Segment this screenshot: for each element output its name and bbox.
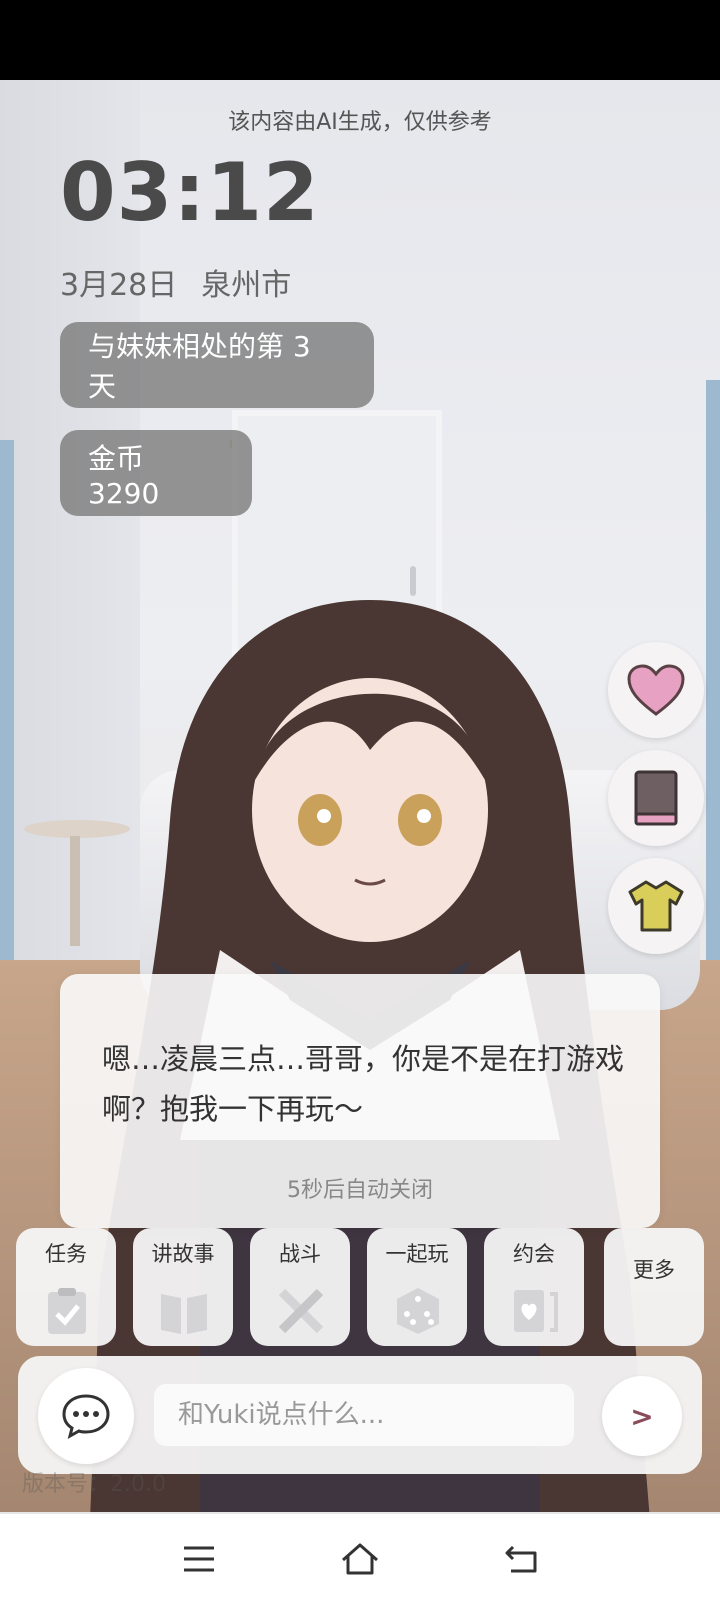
city-label: 泉州市 <box>201 268 292 303</box>
chat-history-button[interactable] <box>38 1368 134 1464</box>
crossed-swords-icon <box>278 1288 324 1334</box>
heart-icon <box>627 664 685 716</box>
action-bar: 任务 讲故事 战斗 一起玩 约会 更多 <box>16 1228 706 1346</box>
cards-icon <box>514 1290 558 1332</box>
menu-icon <box>184 1546 214 1572</box>
window-curtain-left <box>0 440 14 960</box>
back-icon <box>505 1545 537 1573</box>
chat-input-bar: > <box>18 1356 702 1474</box>
open-book-icon <box>161 1294 207 1334</box>
play-together-button[interactable]: 一起玩 <box>367 1228 467 1346</box>
task-label: 任务 <box>45 1242 87 1266</box>
book-icon <box>634 770 678 826</box>
battle-label: 战斗 <box>279 1242 321 1266</box>
speech-dialog[interactable]: 嗯…凌晨三点…哥哥，你是不是在打游戏啊？抱我一下再玩～ 5秒后自动关闭 <box>60 974 660 1228</box>
version-label: 版本号：2.0.0 <box>22 1472 166 1497</box>
play-together-label: 一起玩 <box>385 1242 449 1266</box>
date-button[interactable]: 约会 <box>484 1228 584 1346</box>
more-button[interactable]: 更多 <box>604 1228 704 1346</box>
date-label: 3月28日 <box>60 268 178 303</box>
clock-time: 03:12 <box>60 146 320 239</box>
task-button[interactable]: 任务 <box>16 1228 116 1346</box>
date-activity-label: 约会 <box>513 1242 555 1266</box>
shirt-icon <box>628 880 684 932</box>
speech-bubble-icon <box>62 1394 110 1439</box>
story-button[interactable]: 讲故事 <box>133 1228 233 1346</box>
system-nav-bar <box>0 1512 720 1600</box>
back-button[interactable] <box>496 1534 546 1584</box>
wardrobe-button[interactable] <box>608 858 704 954</box>
story-label: 讲故事 <box>151 1242 215 1266</box>
days-together-badge: 与妹妹相处的第 3 天 <box>60 322 374 408</box>
more-label: 更多 <box>633 1258 675 1282</box>
date-location: 3月28日 泉州市 <box>60 260 291 304</box>
message-input[interactable] <box>154 1384 574 1446</box>
auto-close-hint: 5秒后自动关闭 <box>287 1178 433 1203</box>
diary-button[interactable] <box>608 750 704 846</box>
home-button[interactable] <box>335 1534 385 1584</box>
recent-apps-button[interactable] <box>174 1534 224 1584</box>
ai-disclaimer: 该内容由AI生成，仅供参考 <box>228 110 492 135</box>
home-icon <box>342 1543 378 1575</box>
dice-icon <box>397 1288 439 1334</box>
affection-button[interactable] <box>608 642 704 738</box>
clipboard-check-icon <box>48 1288 86 1334</box>
coins-badge[interactable]: 金币 3290 <box>60 430 252 516</box>
send-button[interactable]: > <box>602 1376 682 1456</box>
dialog-message: 嗯…凌晨三点…哥哥，你是不是在打游戏啊？抱我一下再玩～ <box>102 1042 625 1126</box>
battle-button[interactable]: 战斗 <box>250 1228 350 1346</box>
status-bar <box>0 0 720 80</box>
window-curtain-right <box>706 380 720 980</box>
